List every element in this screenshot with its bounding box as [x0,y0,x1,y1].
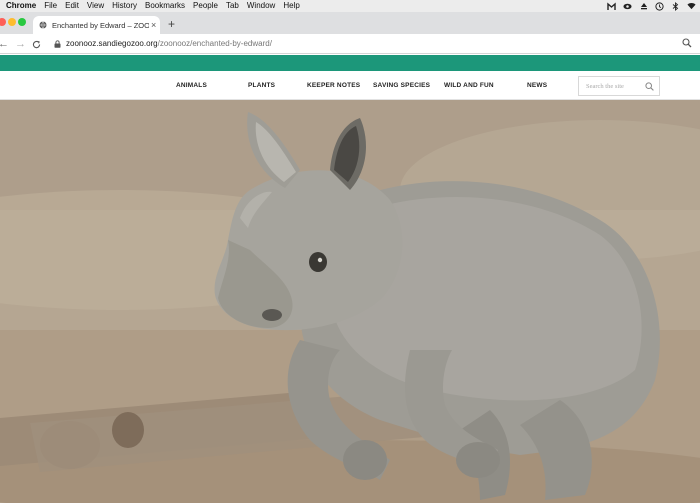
menu-bar-tray [600,0,696,12]
lock-icon[interactable] [54,40,61,48]
menu-file[interactable]: File [44,0,57,12]
menu-edit[interactable]: Edit [65,0,79,12]
wifi-icon[interactable] [687,2,696,11]
site-header-bar [0,55,700,71]
reload-button[interactable] [32,37,41,53]
eject-icon[interactable] [639,2,648,11]
menu-view[interactable]: View [87,0,104,12]
zoom-icon[interactable] [682,38,692,48]
address-bar[interactable]: zoonooz.sandiegozoo.org/zoonooz/enchante… [66,38,272,50]
window-close-button[interactable] [0,18,6,26]
nav-animals[interactable]: ANIMALS [176,81,207,90]
macos-menu-bar: Chrome File Edit View History Bookmarks … [0,0,700,12]
menu-bookmarks[interactable]: Bookmarks [145,0,185,12]
baby-rhino-photo [0,100,700,503]
site-navigation: ANIMALS PLANTS KEEPER NOTES SAVING SPECI… [0,71,700,100]
url-host: zoonooz.sandiegozoo.org [66,39,158,48]
active-tab[interactable]: Enchanted by Edward – ZOONOOZ × [33,16,160,34]
nav-plants[interactable]: PLANTS [248,81,275,90]
globe-icon [39,21,47,29]
menu-people[interactable]: People [193,0,218,12]
new-tab-button[interactable]: + [168,17,175,31]
url-path: /zoonooz/enchanted-by-edward/ [157,39,272,48]
forward-button[interactable]: → [15,37,26,51]
menu-app-chrome[interactable]: Chrome [6,0,36,12]
menu-window[interactable]: Window [247,0,275,12]
browser-tab-strip: Enchanted by Edward – ZOONOOZ × + [0,12,700,34]
nav-news[interactable]: NEWS [527,81,547,90]
nav-wild-and-fun[interactable]: WILD AND FUN [444,81,494,90]
nav-saving-species[interactable]: SAVING SPECIES [373,81,430,90]
menu-history[interactable]: History [112,0,137,12]
window-zoom-button[interactable] [18,18,26,26]
menu-tab[interactable]: Tab [226,0,239,12]
menu-help[interactable]: Help [283,0,299,12]
nav-keeper-notes[interactable]: KEEPER NOTES [307,81,360,90]
time-machine-icon[interactable] [655,1,664,11]
tab-close-icon[interactable]: × [151,20,156,30]
creative-cloud-icon[interactable] [623,2,632,11]
hero-image [0,100,700,503]
reload-icon [32,40,41,49]
malwarebytes-icon[interactable] [607,1,616,11]
site-search [578,76,660,96]
browser-toolbar: ← → zoonooz.sandiegozoo.org/zoonooz/ench… [0,34,700,54]
bluetooth-icon[interactable] [671,1,680,11]
search-input[interactable] [586,82,644,90]
search-icon[interactable] [645,82,654,91]
tab-title: Enchanted by Edward – ZOONOOZ [52,20,149,30]
back-button[interactable]: ← [0,37,9,51]
window-minimize-button[interactable] [8,18,16,26]
